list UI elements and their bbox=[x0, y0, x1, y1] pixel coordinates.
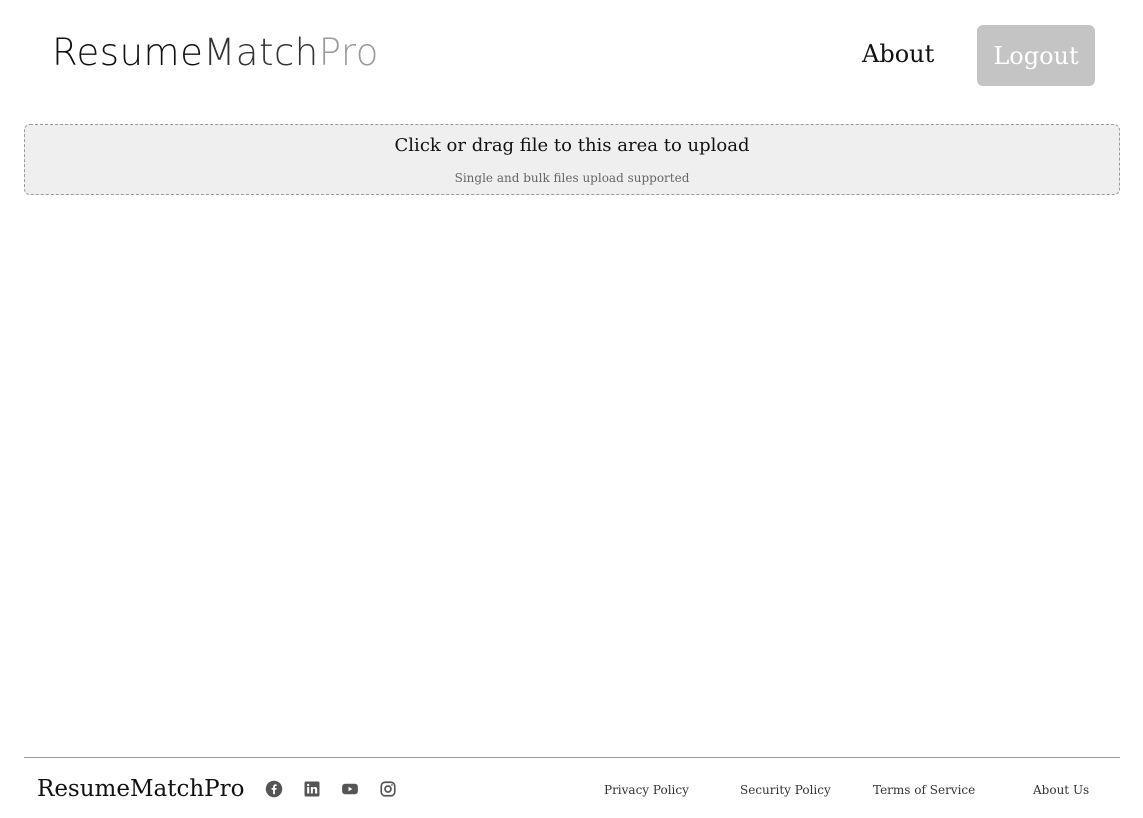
youtube-icon[interactable] bbox=[341, 780, 359, 798]
footer-divider bbox=[24, 757, 1120, 758]
logo-pro: Pro bbox=[318, 31, 379, 74]
upload-dropzone[interactable]: Click or drag file to this area to uploa… bbox=[24, 124, 1120, 195]
linkedin-icon[interactable] bbox=[303, 780, 321, 798]
nav-about-link[interactable]: About bbox=[862, 34, 934, 74]
logo-match: Match bbox=[203, 31, 319, 74]
footer-logo[interactable]: ResumeMatchPro bbox=[37, 772, 244, 806]
security-policy-link[interactable]: Security Policy bbox=[740, 780, 831, 800]
upload-title: Click or drag file to this area to uploa… bbox=[394, 135, 750, 156]
instagram-icon[interactable] bbox=[379, 780, 397, 798]
upload-hint: Single and bulk files upload supported bbox=[454, 171, 690, 185]
facebook-icon[interactable] bbox=[265, 780, 283, 798]
about-us-link[interactable]: About Us bbox=[1033, 780, 1089, 800]
privacy-policy-link[interactable]: Privacy Policy bbox=[604, 780, 689, 800]
terms-of-service-link[interactable]: Terms of Service bbox=[873, 780, 975, 800]
logout-button[interactable]: Logout bbox=[977, 25, 1095, 86]
logo[interactable]: ResumeMatchPro bbox=[52, 28, 379, 78]
header: ResumeMatchPro About Logout bbox=[0, 0, 1143, 110]
logo-resume: Resume bbox=[52, 31, 204, 74]
